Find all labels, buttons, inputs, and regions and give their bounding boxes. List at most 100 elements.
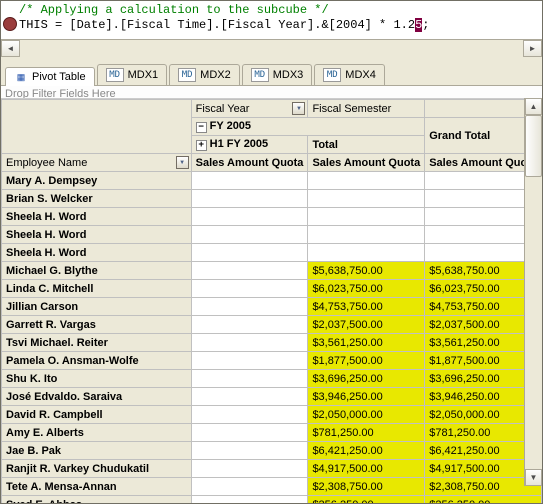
employee-name-header[interactable]: Employee Name▼ [2,154,192,172]
tab-mdx2[interactable]: MDMDX2 [169,64,240,85]
row-header[interactable]: Tsvi Michael. Reiter [2,334,192,352]
mdx-icon: MD [251,68,269,82]
data-cell[interactable]: $2,308,750.00 [308,478,425,496]
row-header[interactable]: David R. Campbell [2,406,192,424]
tab-mdx3[interactable]: MDMDX3 [242,64,313,85]
data-cell[interactable]: $256,250.00 [308,496,425,504]
table-row: Shu K. Ito$3,696,250.00$3,696,250.00 [2,370,542,388]
table-row: Linda C. Mitchell$6,023,750.00$6,023,750… [2,280,542,298]
data-cell[interactable] [308,208,425,226]
row-header[interactable]: José Edvaldo. Saraiva [2,388,192,406]
data-cell[interactable] [308,226,425,244]
row-header[interactable]: Linda C. Mitchell [2,280,192,298]
data-cell[interactable]: $781,250.00 [308,424,425,442]
row-header[interactable]: Sheela H. Word [2,244,192,262]
breakpoint-icon[interactable] [3,17,17,31]
data-cell[interactable] [191,298,308,316]
saq-header-1: Sales Amount Quota [191,154,308,172]
data-cell[interactable] [191,478,308,496]
table-row: Sheela H. Word [2,244,542,262]
tab-mdx1[interactable]: MDMDX1 [97,64,168,85]
pivot-table: Fiscal Year▼ Fiscal Semester −FY 2005 Gr… [1,99,542,503]
table-row: Ranjit R. Varkey Chudukatil $4,917,500.00… [2,460,542,478]
table-row: Tete A. Mensa-Annan$2,308,750.00$2,308,7… [2,478,542,496]
mdx-icon: MD [323,68,341,82]
fy2005-header[interactable]: −FY 2005 [191,118,425,136]
dropdown-icon[interactable]: ▼ [292,102,305,115]
scroll-down-button[interactable]: ▼ [525,469,542,486]
table-row: Sheela H. Word [2,208,542,226]
tab-mdx4[interactable]: MD MDX4 [314,64,385,85]
data-cell[interactable]: $5,638,750.00 [308,262,425,280]
data-cell[interactable] [191,352,308,370]
row-header[interactable]: Jae B. Pak [2,442,192,460]
table-row: Pamela O. Ansman-Wolfe$1,877,500.00$1,87… [2,352,542,370]
data-cell[interactable]: $256,250.00 [425,496,542,504]
row-header[interactable]: Michael G. Blythe [2,262,192,280]
data-cell[interactable] [191,370,308,388]
fiscal-semester-header[interactable]: Fiscal Semester [308,100,425,118]
editor-h-scrollbar[interactable]: ◄ ► [1,39,542,57]
data-cell[interactable] [191,406,308,424]
corner-cell [2,100,192,154]
row-header[interactable]: Sheela H. Word [2,208,192,226]
collapse-icon[interactable]: − [196,122,207,133]
table-row: David R. Campbell$2,050,000.00$2,050,000… [2,406,542,424]
tab-bar: ▦ Pivot Table MDMDX1 MDMDX2 MDMDX3 MDMDX… [1,57,542,86]
data-cell[interactable] [191,244,308,262]
data-cell[interactable] [191,424,308,442]
data-cell[interactable]: $3,696,250.00 [308,370,425,388]
data-cell[interactable] [308,190,425,208]
data-cell[interactable] [308,172,425,190]
data-cell[interactable]: $2,050,000.00 [308,406,425,424]
fiscal-year-header[interactable]: Fiscal Year▼ [191,100,308,118]
data-cell[interactable]: $4,753,750.00 [308,298,425,316]
data-cell[interactable]: $1,877,500.00 [308,352,425,370]
row-header[interactable]: Syed E. Abbas [2,496,192,504]
row-header[interactable]: Sheela H. Word [2,226,192,244]
data-cell[interactable] [191,442,308,460]
row-header[interactable]: Shu K. Ito [2,370,192,388]
table-row: Jillian Carson$4,753,750.00$4,753,750.00 [2,298,542,316]
row-header[interactable]: Pamela O. Ansman-Wolfe [2,352,192,370]
row-header[interactable]: Garrett R. Vargas [2,316,192,334]
tab-label: MDX4 [345,69,376,81]
table-row: Amy E. Alberts$781,250.00$781,250.00 [2,424,542,442]
data-cell[interactable]: $6,023,750.00 [308,280,425,298]
scroll-up-button[interactable]: ▲ [525,98,542,115]
data-cell[interactable] [191,262,308,280]
data-cell[interactable] [191,460,308,478]
tab-label: MDX1 [128,69,159,81]
row-header[interactable]: Tete A. Mensa-Annan [2,478,192,496]
row-header[interactable]: Ranjit R. Varkey Chudukatil [2,460,192,478]
data-cell[interactable]: $4,917,500.00 [308,460,425,478]
scroll-thumb[interactable] [525,115,542,177]
data-cell[interactable] [191,172,308,190]
data-cell[interactable]: $2,037,500.00 [308,316,425,334]
grid-v-scrollbar[interactable]: ▲ ▼ [524,98,542,486]
dropdown-icon[interactable]: ▼ [176,156,189,169]
data-cell[interactable] [191,226,308,244]
data-cell[interactable] [191,334,308,352]
data-cell[interactable]: $6,421,250.00 [308,442,425,460]
data-cell[interactable] [191,280,308,298]
data-cell[interactable]: $3,561,250.00 [308,334,425,352]
tab-pivot-table[interactable]: ▦ Pivot Table [5,67,95,86]
row-header[interactable]: Mary A. Dempsey [2,172,192,190]
row-header[interactable]: Amy E. Alberts [2,424,192,442]
data-cell[interactable] [191,190,308,208]
data-cell[interactable] [191,388,308,406]
data-cell[interactable]: $3,946,250.00 [308,388,425,406]
pivot-grid-container[interactable]: Fiscal Year▼ Fiscal Semester −FY 2005 Gr… [1,98,542,503]
data-cell[interactable] [308,244,425,262]
code-editor[interactable]: /* Applying a calculation to the subcube… [1,1,542,39]
row-header[interactable]: Jillian Carson [2,298,192,316]
expand-icon[interactable]: + [196,140,207,151]
scroll-left-button[interactable]: ◄ [1,40,20,57]
data-cell[interactable] [191,208,308,226]
scroll-right-button[interactable]: ► [523,40,542,57]
h1fy2005-header[interactable]: +H1 FY 2005 [191,136,308,154]
data-cell[interactable] [191,316,308,334]
row-header[interactable]: Brian S. Welcker [2,190,192,208]
data-cell[interactable] [191,496,308,504]
